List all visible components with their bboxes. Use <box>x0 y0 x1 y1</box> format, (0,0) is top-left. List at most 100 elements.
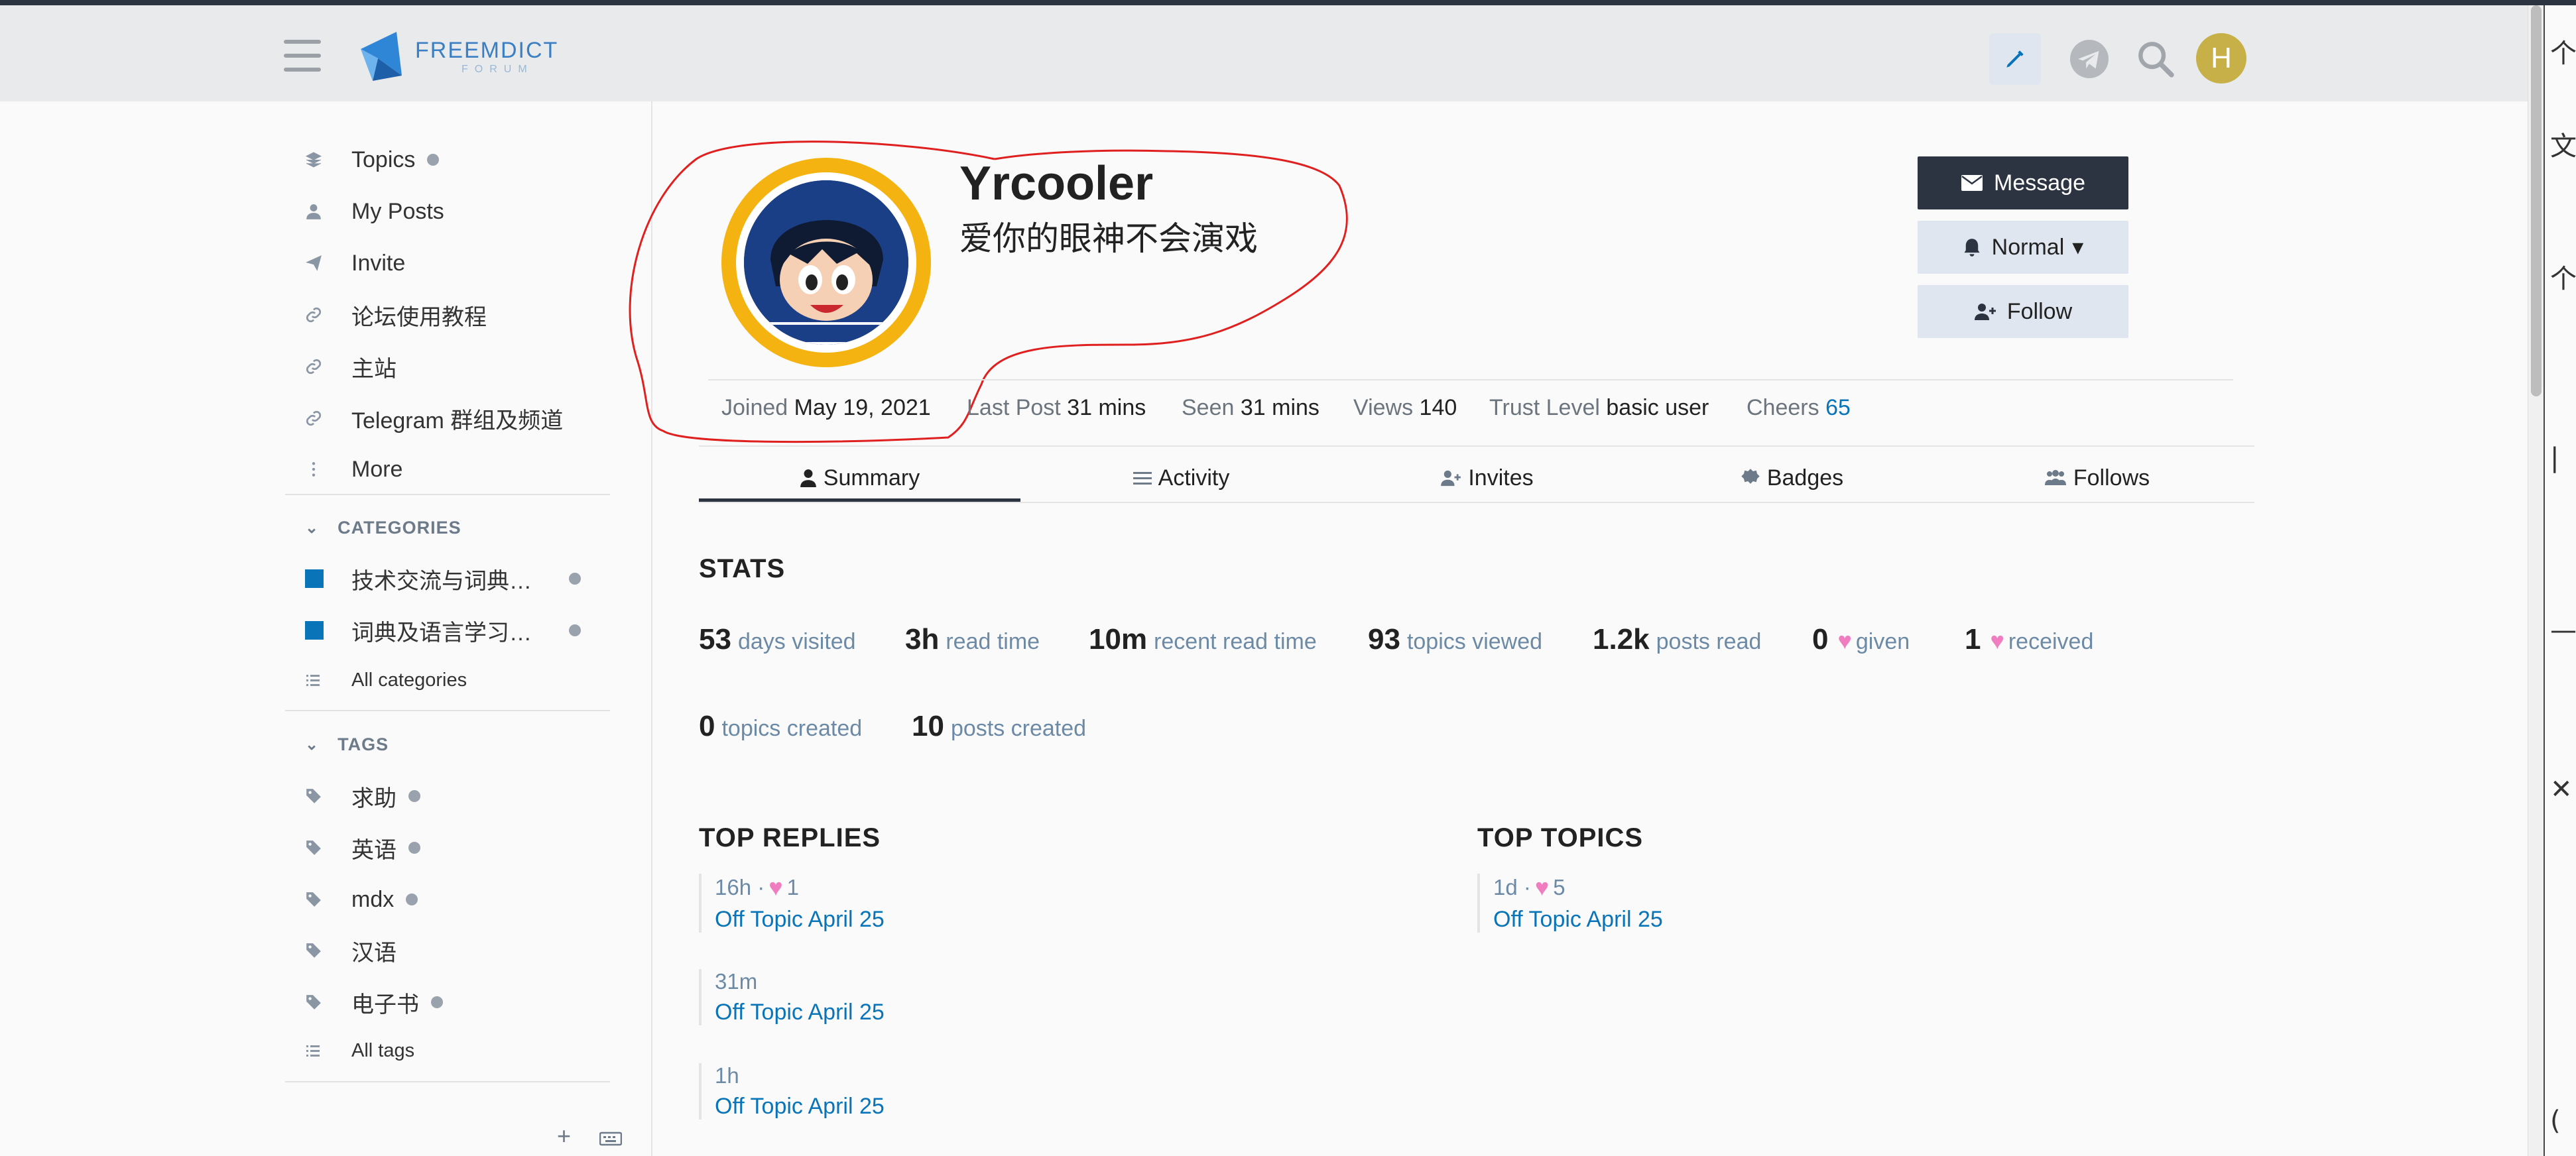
sidebar-item-label: My Posts <box>351 198 444 224</box>
meta-bottom-divider <box>699 445 2254 447</box>
tag-icon <box>285 994 351 1011</box>
sidebar-all-tags[interactable]: All tags <box>285 1031 630 1070</box>
sidebar-item-label: Invite <box>351 250 406 276</box>
heart-icon: ♥ <box>1534 874 1550 901</box>
tab-activity[interactable]: Activity <box>1020 457 1342 498</box>
new-indicator-dot <box>408 842 420 854</box>
link-icon <box>285 358 351 375</box>
top-reply-link[interactable]: Off Topic April 25 <box>715 907 885 933</box>
scrollbar-thumb[interactable] <box>2531 5 2542 396</box>
sidebar-tag-item[interactable]: 求助 <box>285 776 630 816</box>
cheers-meta: Cheers 65 <box>1747 395 1851 420</box>
stat-topics-viewed: 93 topics viewed <box>1368 623 1543 656</box>
categories-section-header[interactable]: ⌄ CATEGORIES <box>305 518 461 538</box>
caret-down-icon: ▾ <box>2072 235 2084 260</box>
top-topics-heading: TOP TOPICS <box>1477 823 1644 852</box>
tag-icon <box>285 787 351 805</box>
tabs-divider <box>699 502 2254 503</box>
notification-level-button[interactable]: Normal ▾ <box>1918 221 2128 274</box>
sidebar-item-label: 技术交流与词典… <box>351 568 532 594</box>
message-button[interactable]: Message <box>1918 156 2128 209</box>
heart-icon: ♥ <box>1837 627 1852 654</box>
sidebar-item-label: mdx <box>351 886 395 912</box>
add-section-plus-icon[interactable]: + <box>557 1122 571 1150</box>
envelope-icon <box>1961 174 1983 192</box>
sidebar-item-telegram[interactable]: Telegram 群组及频道 <box>285 398 630 438</box>
sidebar-tag-item[interactable]: mdx <box>285 880 630 919</box>
sidebar-item-invite[interactable]: Invite <box>285 243 630 283</box>
sidebar-category-item[interactable]: 技术交流与词典… <box>285 559 630 599</box>
tag-icon <box>285 891 351 908</box>
tab-badges[interactable]: Badges <box>1631 457 1953 498</box>
profile-username: Yrcooler <box>959 157 1154 210</box>
sidebar-all-categories[interactable]: All categories <box>285 660 630 700</box>
top-reply-item: 31m Off Topic April 25 <box>699 969 885 1025</box>
chevron-down-icon: ⌄ <box>305 736 320 754</box>
logo-mark-icon <box>361 32 402 81</box>
users-icon <box>2044 469 2067 487</box>
sidebar-category-item[interactable]: 词典及语言学习… <box>285 610 630 650</box>
sidebar-tag-item[interactable]: 电子书 <box>285 982 630 1022</box>
stats-heading: STATS <box>699 554 786 583</box>
sidebar-item-more[interactable]: More <box>285 449 630 489</box>
list-icon <box>1133 470 1152 486</box>
keyboard-shortcuts-icon[interactable] <box>599 1125 623 1153</box>
new-indicator-dot <box>408 790 420 802</box>
new-indicator-dot <box>431 996 443 1008</box>
user-icon <box>800 469 817 487</box>
sidebar-tag-item[interactable]: 英语 <box>285 828 630 868</box>
heart-icon: ♥ <box>768 874 783 901</box>
sidebar-item-label: All categories <box>351 669 467 691</box>
sidebar-divider <box>285 1081 610 1082</box>
site-header: FREEMDICT FORUM H <box>0 5 2528 101</box>
meta-top-divider <box>708 379 2233 380</box>
sidebar-item-label: 词典及语言学习… <box>351 620 532 646</box>
sidebar-tag-item[interactable]: 汉语 <box>285 931 630 970</box>
adjacent-window-edge: 个 文 个 | — ✕ ( <box>2544 5 2576 1156</box>
follow-button[interactable]: Follow <box>1918 285 2128 338</box>
top-reply-item: 1h Off Topic April 25 <box>699 1063 885 1120</box>
sidebar-item-label: Topics <box>351 146 416 172</box>
top-reply-link[interactable]: Off Topic April 25 <box>715 1000 885 1025</box>
link-icon <box>285 410 351 427</box>
sidebar-item-my-posts[interactable]: My Posts <box>285 192 630 231</box>
search-icon[interactable] <box>2130 33 2181 85</box>
link-icon <box>285 306 351 323</box>
sidebar-item-tutorial[interactable]: 论坛使用教程 <box>285 295 630 335</box>
tab-summary[interactable]: Summary <box>699 457 1020 502</box>
stat-likes-received: 1 ♥ received <box>1965 623 2094 656</box>
hamburger-menu-icon[interactable] <box>284 40 321 72</box>
stat-posts-created: 10 posts created <box>912 710 1087 742</box>
user-icon <box>285 203 351 220</box>
tags-section-header[interactable]: ⌄ TAGS <box>305 734 389 755</box>
new-topic-pencil-icon[interactable] <box>1989 33 2041 85</box>
sidebar: Topics My Posts Invite 论坛使用教程 主站 Telegra… <box>0 101 652 1156</box>
sidebar-item-label: 求助 <box>351 785 397 811</box>
page-scrollbar[interactable] <box>2528 5 2544 1156</box>
tag-icon <box>285 839 351 856</box>
current-user-avatar[interactable]: H <box>2196 33 2246 84</box>
trust-level-meta: Trust Level basic user <box>1489 395 1709 420</box>
heart-icon: ♥ <box>1990 627 2004 654</box>
site-logo[interactable]: FREEMDICT FORUM <box>358 29 558 84</box>
top-reply-link[interactable]: Off Topic April 25 <box>715 1094 885 1120</box>
tab-follows[interactable]: Follows <box>1936 457 2258 498</box>
user-plus-icon <box>1440 469 1461 487</box>
sidebar-item-label: 主站 <box>351 356 397 382</box>
logo-subtitle: FORUM <box>461 63 534 75</box>
telegram-icon[interactable] <box>2063 33 2115 85</box>
last-post-meta: Last Post 31 mins <box>967 395 1146 420</box>
profile-bio: 爱你的眼神不会演戏 <box>959 220 1258 257</box>
sidebar-item-label: Telegram 群组及频道 <box>351 408 564 434</box>
list-icon <box>285 1043 351 1059</box>
joined-meta: Joined May 19, 2021 <box>721 395 931 420</box>
sidebar-item-main-site[interactable]: 主站 <box>285 347 630 386</box>
tab-invites[interactable]: Invites <box>1326 457 1648 498</box>
top-topic-link[interactable]: Off Topic April 25 <box>1493 907 1663 933</box>
top-border <box>0 0 2576 5</box>
sidebar-item-label: 电子书 <box>351 992 419 1017</box>
sidebar-item-topics[interactable]: Topics <box>285 140 630 180</box>
sidebar-divider <box>285 494 610 495</box>
top-replies-heading: TOP REPLIES <box>699 823 881 852</box>
category-color-square-icon <box>285 569 351 588</box>
